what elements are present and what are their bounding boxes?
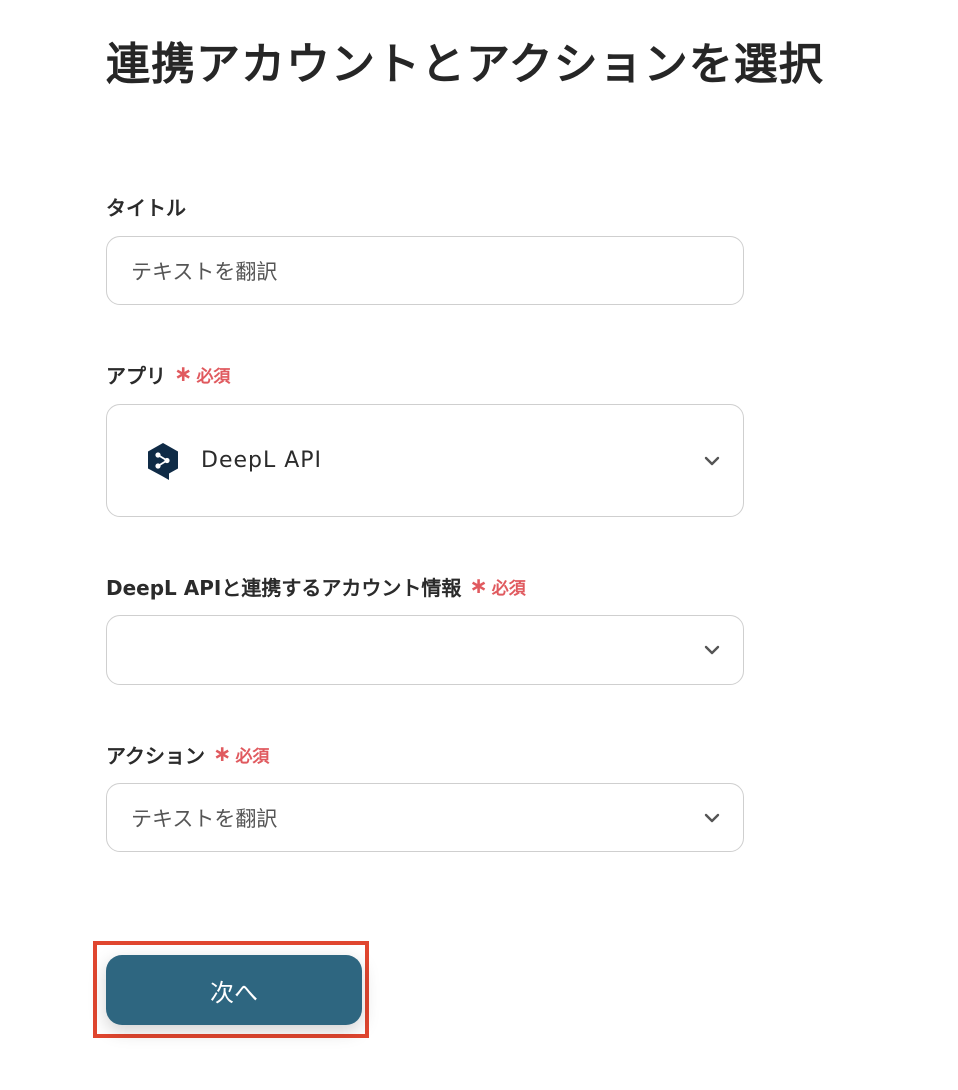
action-field-label: アクション ∗ 必須 [106,740,269,769]
chevron-down-icon [704,645,720,655]
app-select[interactable]: DeepL API [106,404,744,517]
required-text: 必須 [196,367,231,387]
app-label-text: アプリ [106,364,166,388]
next-button[interactable]: 次へ [106,955,362,1025]
title-field-label: タイトル [106,192,186,221]
page-title: 連携アカウントとアクションを選択 [106,39,824,90]
required-indicator: ∗ 必須 [213,742,269,767]
required-asterisk: ∗ [174,361,193,387]
account-field-label: DeepL APIと連携するアカウント情報 ∗ 必須 [106,572,526,601]
required-asterisk: ∗ [213,741,232,767]
required-indicator: ∗ 必須 [174,362,230,387]
required-text: 必須 [235,747,270,767]
title-input-value: テキストを翻訳 [131,259,278,284]
action-label-text: アクション [106,744,205,768]
deepl-logo-icon [148,442,178,480]
chevron-down-icon [704,456,720,465]
title-input[interactable]: テキストを翻訳 [106,236,744,305]
required-text: 必須 [491,579,526,599]
app-field-label: アプリ ∗ 必須 [106,360,230,389]
required-indicator: ∗ 必須 [469,574,525,599]
account-select[interactable] [106,615,744,685]
action-select[interactable]: テキストを翻訳 [106,783,744,852]
title-label-text: タイトル [106,196,186,220]
account-label-text: DeepL APIと連携するアカウント情報 [106,576,462,600]
app-select-value: DeepL API [201,448,323,473]
action-select-value: テキストを翻訳 [131,806,278,831]
required-asterisk: ∗ [469,573,488,599]
chevron-down-icon [704,813,720,822]
